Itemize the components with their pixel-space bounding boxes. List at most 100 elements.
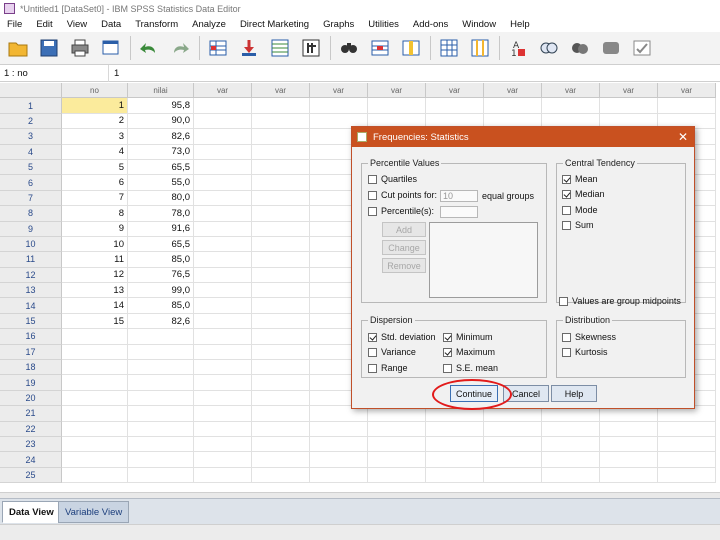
- menu-edit[interactable]: Edit: [29, 19, 59, 30]
- data-cell-no[interactable]: 1: [62, 98, 128, 114]
- percentile-input[interactable]: [440, 206, 478, 218]
- data-cell-empty[interactable]: [194, 390, 252, 407]
- value-labels-icon[interactable]: [536, 35, 562, 61]
- show-all-variables-icon[interactable]: [598, 35, 624, 61]
- data-cell-empty[interactable]: [310, 98, 368, 114]
- row-number[interactable]: 11: [0, 252, 62, 268]
- data-cell-empty[interactable]: [252, 144, 310, 160]
- row-number[interactable]: 4: [0, 144, 62, 160]
- column-header[interactable]: nilai: [128, 83, 194, 99]
- data-cell-empty[interactable]: [658, 98, 716, 114]
- data-cell-empty[interactable]: [194, 252, 252, 268]
- minimum-option[interactable]: Minimum: [443, 332, 493, 342]
- percentiles-checkbox[interactable]: [368, 206, 377, 216]
- data-cell-empty[interactable]: [252, 113, 310, 130]
- mean-option[interactable]: Mean: [562, 174, 598, 184]
- data-cell-nilai[interactable]: 85,0: [128, 252, 194, 268]
- change-button[interactable]: Change: [382, 240, 426, 255]
- close-icon[interactable]: ✕: [678, 130, 688, 144]
- data-cell-no[interactable]: 15: [62, 313, 128, 330]
- percentiles-option[interactable]: Percentile(s):: [368, 206, 434, 216]
- weight-cases-icon[interactable]: [467, 35, 493, 61]
- data-cell-no[interactable]: 12: [62, 267, 128, 284]
- data-cell-empty[interactable]: [542, 452, 600, 468]
- data-cell-empty[interactable]: [194, 221, 252, 237]
- row-number[interactable]: 7: [0, 190, 62, 207]
- data-cell-no[interactable]: [62, 329, 128, 345]
- data-cell-no[interactable]: 13: [62, 283, 128, 299]
- data-cell-empty[interactable]: [194, 144, 252, 160]
- data-cell-empty[interactable]: [252, 221, 310, 237]
- kurtosis-checkbox[interactable]: [562, 347, 571, 357]
- se-mean-checkbox[interactable]: [443, 363, 452, 373]
- skewness-option[interactable]: Skewness: [562, 332, 616, 342]
- data-cell-empty[interactable]: [252, 267, 310, 284]
- data-cell-empty[interactable]: [194, 360, 252, 376]
- print-icon[interactable]: [67, 35, 93, 61]
- data-cell-empty[interactable]: [426, 98, 484, 114]
- data-cell-nilai[interactable]: [128, 390, 194, 407]
- menu-transform[interactable]: Transform: [128, 19, 185, 30]
- data-cell-empty[interactable]: [252, 129, 310, 145]
- percentile-list[interactable]: [429, 222, 538, 298]
- std-deviation-checkbox[interactable]: [368, 332, 377, 342]
- data-cell-empty[interactable]: [252, 452, 310, 468]
- menu-window[interactable]: Window: [455, 19, 503, 30]
- data-cell-no[interactable]: 9: [62, 221, 128, 237]
- row-number[interactable]: 19: [0, 375, 62, 391]
- data-cell-empty[interactable]: [310, 421, 368, 437]
- row-number[interactable]: 25: [0, 467, 62, 484]
- column-header[interactable]: var: [658, 83, 716, 99]
- insert-variable-icon[interactable]: [398, 35, 424, 61]
- data-cell-empty[interactable]: [368, 467, 426, 484]
- insert-cases-icon[interactable]: [367, 35, 393, 61]
- data-cell-empty[interactable]: [252, 190, 310, 207]
- data-cell-empty[interactable]: [252, 206, 310, 222]
- data-cell-empty[interactable]: [252, 360, 310, 376]
- row-number[interactable]: 12: [0, 267, 62, 284]
- row-number[interactable]: 13: [0, 283, 62, 299]
- data-cell-empty[interactable]: [252, 98, 310, 114]
- data-cell-nilai[interactable]: [128, 467, 194, 484]
- data-cell-empty[interactable]: [194, 421, 252, 437]
- cell-value-editor[interactable]: 1: [114, 68, 119, 79]
- data-cell-nilai[interactable]: [128, 406, 194, 422]
- mode-option[interactable]: Mode: [562, 205, 598, 215]
- data-cell-empty[interactable]: [658, 452, 716, 468]
- sum-option[interactable]: Sum: [562, 220, 594, 230]
- row-number[interactable]: 23: [0, 436, 62, 453]
- select-cases-icon[interactable]: A1: [505, 35, 531, 61]
- data-cell-empty[interactable]: [484, 436, 542, 453]
- cut-points-checkbox[interactable]: [368, 190, 377, 200]
- menu-help[interactable]: Help: [503, 19, 537, 30]
- tab-data-view[interactable]: Data View: [2, 501, 61, 523]
- group-midpoints-checkbox[interactable]: [559, 296, 568, 306]
- row-number[interactable]: 21: [0, 406, 62, 422]
- data-cell-empty[interactable]: [194, 236, 252, 253]
- cut-points-option[interactable]: Cut points for:: [368, 190, 437, 200]
- variables-icon[interactable]: [267, 35, 293, 61]
- data-cell-nilai[interactable]: [128, 375, 194, 391]
- data-cell-empty[interactable]: [194, 298, 252, 314]
- data-cell-empty[interactable]: [310, 452, 368, 468]
- open-folder-icon[interactable]: [5, 35, 31, 61]
- data-cell-empty[interactable]: [368, 421, 426, 437]
- split-file-icon[interactable]: [436, 35, 462, 61]
- help-button[interactable]: Help: [551, 385, 597, 402]
- data-cell-no[interactable]: [62, 360, 128, 376]
- data-cell-nilai[interactable]: [128, 421, 194, 437]
- data-cell-empty[interactable]: [194, 190, 252, 207]
- row-number[interactable]: 17: [0, 344, 62, 361]
- data-cell-nilai[interactable]: 65,5: [128, 236, 194, 253]
- data-cell-empty[interactable]: [194, 267, 252, 284]
- data-cell-nilai[interactable]: [128, 344, 194, 361]
- grid-corner[interactable]: [0, 83, 62, 99]
- data-cell-empty[interactable]: [368, 452, 426, 468]
- data-cell-empty[interactable]: [194, 113, 252, 130]
- data-cell-nilai[interactable]: 82,6: [128, 313, 194, 330]
- goto-case-icon[interactable]: [205, 35, 231, 61]
- data-cell-empty[interactable]: [252, 421, 310, 437]
- column-header[interactable]: var: [600, 83, 658, 99]
- data-cell-nilai[interactable]: 99,0: [128, 283, 194, 299]
- data-cell-empty[interactable]: [194, 344, 252, 361]
